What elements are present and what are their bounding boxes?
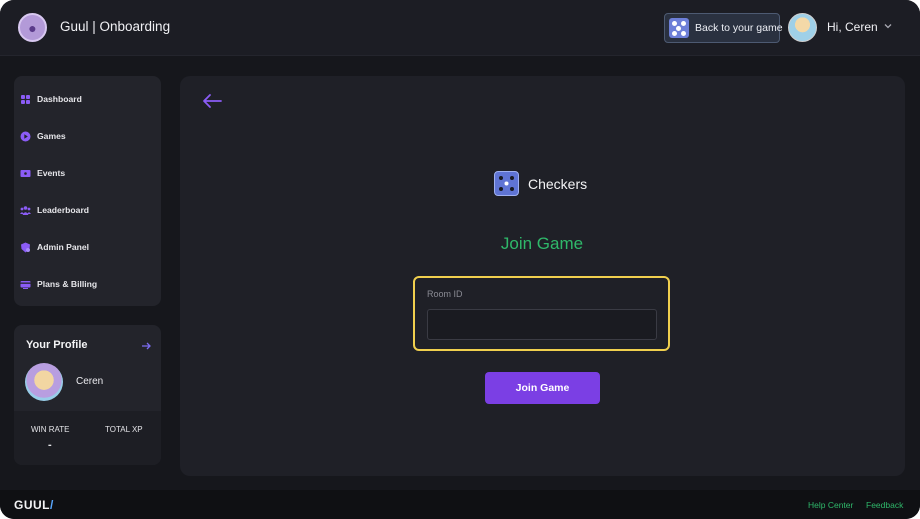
profile-stats: WIN RATE - TOTAL XP xyxy=(14,411,161,465)
shield-icon xyxy=(21,242,30,252)
profile-card: Your Profile Ceren WIN RATE - TOTAL XP xyxy=(14,325,161,465)
chevron-down-icon[interactable] xyxy=(882,20,894,32)
game-name: Checkers xyxy=(528,176,588,192)
ticket-icon xyxy=(20,169,31,177)
help-center-link[interactable]: Help Center xyxy=(808,500,853,510)
sidebar-item-plans-billing[interactable]: Plans & Billing xyxy=(20,274,97,294)
sidebar-item-label: Leaderboard xyxy=(37,205,90,215)
join-game-button[interactable]: Join Game xyxy=(485,372,600,404)
footer-logo: GUUL/ xyxy=(14,498,54,512)
play-icon xyxy=(20,131,31,141)
grid-icon xyxy=(21,94,30,104)
sidebar-item-games[interactable]: Games xyxy=(20,126,66,146)
total-xp-label: TOTAL XP xyxy=(105,425,143,434)
sidebar-item-label: Games xyxy=(37,131,66,141)
profile-avatar xyxy=(25,363,63,401)
sidebar-item-admin-panel[interactable]: Admin Panel xyxy=(20,237,89,257)
sidebar-item-label: Events xyxy=(37,168,66,178)
sidebar-item-dashboard[interactable]: Dashboard xyxy=(20,89,82,109)
users-icon xyxy=(20,205,31,215)
back-to-game-button[interactable]: Back to your game xyxy=(664,13,783,43)
footer-logo-text: GUUL xyxy=(14,498,50,512)
back-to-game-label: Back to your game xyxy=(695,22,783,34)
arrow-right-icon[interactable] xyxy=(140,340,152,352)
app-title: Guul | Onboarding xyxy=(60,19,171,34)
win-rate-label: WIN RATE xyxy=(31,425,70,434)
footer-logo-slash: / xyxy=(50,498,54,512)
user-greeting[interactable]: Hi, Ceren xyxy=(827,20,878,34)
checkers-icon xyxy=(494,171,519,196)
room-id-section: Room ID xyxy=(413,276,670,351)
room-id-label: Room ID xyxy=(427,289,463,299)
sidebar-nav xyxy=(14,76,161,306)
sidebar-item-label: Dashboard xyxy=(37,94,82,104)
feedback-link[interactable]: Feedback xyxy=(866,500,903,510)
join-game-heading: Join Game xyxy=(500,234,584,253)
footer: GUUL/ Help Center Feedback xyxy=(0,490,920,519)
sidebar-item-leaderboard[interactable]: Leaderboard xyxy=(20,200,89,220)
checkers-board-icon xyxy=(669,18,689,38)
app-logo-icon[interactable]: ● xyxy=(18,13,47,42)
app-window: ● Guul | Onboarding Back to your game Hi… xyxy=(0,0,920,519)
room-id-input[interactable] xyxy=(427,309,657,340)
sidebar-item-label: Admin Panel xyxy=(37,242,90,252)
profile-name: Ceren xyxy=(76,376,104,387)
user-avatar[interactable] xyxy=(788,13,817,42)
card-icon xyxy=(20,280,31,289)
win-rate-value: - xyxy=(48,439,52,451)
profile-title: Your Profile xyxy=(26,339,88,351)
back-arrow-icon[interactable] xyxy=(201,92,223,110)
sidebar-item-events[interactable]: Events xyxy=(20,163,65,183)
top-header: ● Guul | Onboarding Back to your game Hi… xyxy=(0,0,920,56)
sidebar-item-label: Plans & Billing xyxy=(37,279,98,289)
